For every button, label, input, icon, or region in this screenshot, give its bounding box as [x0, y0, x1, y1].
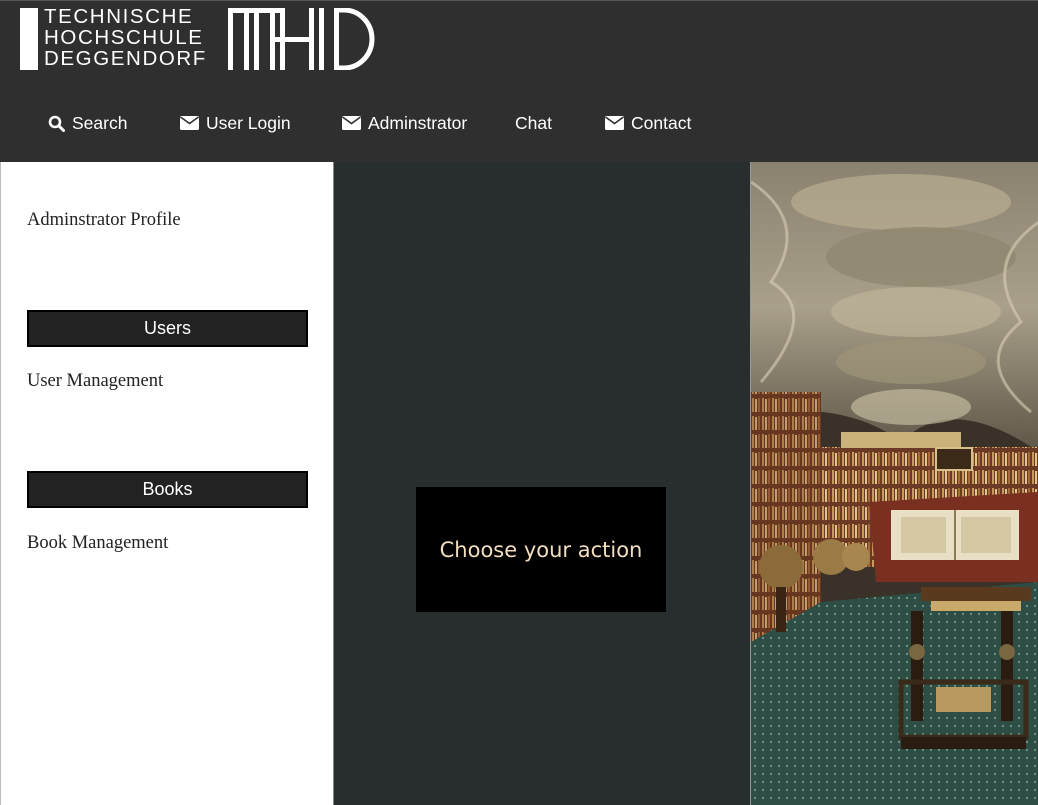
envelope-icon — [180, 116, 199, 130]
action-prompt-text: Choose your action — [439, 537, 643, 562]
envelope-icon — [342, 116, 361, 130]
thd-logo-mark — [228, 8, 375, 70]
nav-contact[interactable]: Contact — [605, 101, 691, 145]
nav-user-login-label: User Login — [206, 112, 291, 133]
logo-text-line-1: TECHNISCHE — [44, 5, 194, 28]
nav-chat-label: Chat — [515, 112, 552, 133]
site-header: TECHNISCHE HOCHSCHULE DEGGENDORF Search … — [0, 0, 1038, 162]
book-management-link[interactable]: Book Management — [27, 533, 168, 554]
nav-search-label: Search — [72, 112, 128, 133]
nav-contact-label: Contact — [631, 112, 692, 133]
nav-user-login[interactable]: User Login — [180, 101, 291, 145]
admin-sidebar: Adminstrator Profile Users User Manageme… — [0, 162, 334, 805]
nav-administrator-label: Adminstrator — [368, 112, 468, 133]
library-illustration — [751, 162, 1038, 805]
nav-search[interactable]: Search — [48, 101, 127, 145]
nav-chat[interactable]: Chat — [515, 101, 552, 145]
administrator-profile-link[interactable]: Adminstrator Profile — [27, 210, 181, 231]
books-section-header: Books — [27, 471, 308, 508]
envelope-icon — [605, 116, 624, 130]
user-management-link[interactable]: User Management — [27, 371, 163, 392]
logo-text-line-3: DEGGENDORF — [44, 47, 207, 70]
logo-text-line-2: HOCHSCHULE — [44, 26, 204, 49]
users-section-header: Users — [27, 310, 308, 347]
search-icon — [48, 115, 65, 132]
nav-administrator[interactable]: Adminstrator — [342, 101, 467, 145]
main-content: Choose your action — [334, 162, 750, 805]
logo-bar — [20, 8, 38, 70]
action-prompt-box: Choose your action — [416, 487, 666, 612]
university-logo[interactable]: TECHNISCHE HOCHSCHULE DEGGENDORF — [20, 5, 380, 72]
library-hall-image — [750, 162, 1038, 805]
